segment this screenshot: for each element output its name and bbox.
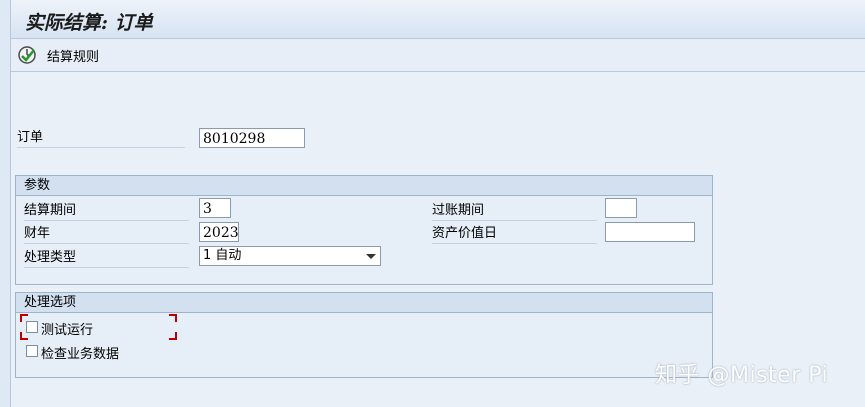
focus-corner-br <box>169 332 177 340</box>
parameters-group: 参数 结算期间 3 过账期间 财年 2023 资产价值日 处理类型 1 自动 <box>15 175 713 285</box>
settlement-period-label: 结算期间 <box>24 202 189 221</box>
focus-corner-tr <box>169 314 177 322</box>
asset-value-date-input[interactable] <box>605 222 695 242</box>
check-business-data-label: 检查业务数据 <box>41 347 120 362</box>
execute-clock-icon <box>18 46 36 64</box>
application-toolbar: 结算规则 <box>10 39 865 72</box>
parameters-group-header: 参数 <box>16 176 712 196</box>
processing-options-group: 处理选项 测试运行 检查业务数据 <box>15 292 713 378</box>
page-title: 实际结算: 订单 <box>25 12 153 34</box>
posting-period-label: 过账期间 <box>432 202 597 221</box>
fiscal-year-label: 财年 <box>24 225 189 244</box>
title-bar: 实际结算: 订单 <box>10 0 865 39</box>
processing-options-group-header: 处理选项 <box>16 293 712 313</box>
processing-type-value: 1 自动 <box>203 248 242 263</box>
order-label: 订单 <box>17 129 185 148</box>
settlement-rule-button[interactable]: 结算规则 <box>17 43 99 67</box>
posting-period-input[interactable] <box>605 198 637 218</box>
settlement-period-input[interactable]: 3 <box>199 198 231 218</box>
check-business-data-checkbox[interactable] <box>26 345 38 357</box>
dropdown-arrow-icon[interactable] <box>366 254 376 259</box>
focus-corner-bl <box>20 332 28 340</box>
processing-type-label: 处理类型 <box>24 249 189 268</box>
test-run-label: 测试运行 <box>41 323 94 338</box>
asset-value-date-label: 资产价值日 <box>432 225 597 244</box>
fiscal-year-input[interactable]: 2023 <box>199 222 239 242</box>
test-run-checkbox[interactable] <box>26 321 38 333</box>
processing-type-select[interactable]: 1 自动 <box>199 246 381 266</box>
order-input[interactable]: 8010298 <box>199 128 305 148</box>
settlement-rule-label: 结算规则 <box>47 49 100 65</box>
watermark: 知乎 @Mister Pi <box>655 363 829 388</box>
